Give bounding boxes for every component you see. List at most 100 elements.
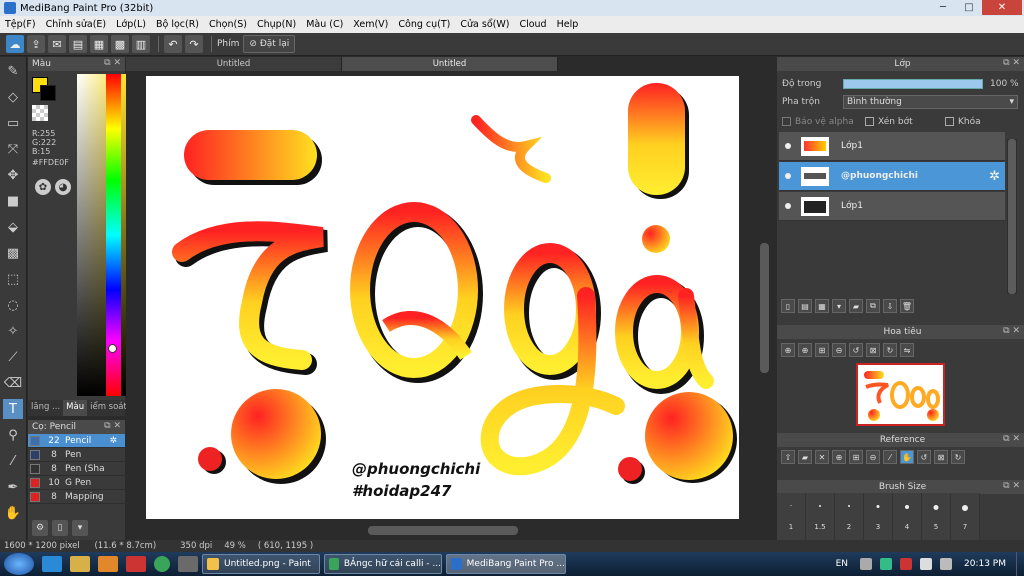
visibility-icon[interactable]: [785, 173, 791, 179]
document-tab[interactable]: Untitled: [126, 57, 342, 71]
taskbar-item-paint[interactable]: Untitled.png - Paint: [202, 554, 320, 574]
taskbar-item-medibang[interactable]: MediBang Paint Pro ...: [446, 554, 566, 574]
ref-rotate-left-icon[interactable]: ↺: [917, 450, 931, 464]
brush-item[interactable]: 22 Pencil ✲: [28, 434, 125, 448]
visibility-icon[interactable]: [785, 203, 791, 209]
hue-handle[interactable]: [108, 344, 117, 353]
panel-close-icon[interactable]: ⧉ ✕: [104, 58, 121, 68]
undo-icon[interactable]: ↶: [164, 35, 182, 53]
tray-volume-icon[interactable]: [940, 558, 952, 570]
brush-settings-icon[interactable]: ⚙: [32, 520, 48, 536]
gear-icon[interactable]: ✲: [109, 436, 117, 446]
pen-tool-icon[interactable]: ✒: [3, 477, 23, 497]
tab-brush-list[interactable]: lăng ...: [28, 400, 63, 416]
brush-size-cell[interactable]: 7: [951, 493, 980, 540]
tray-monitor-icon[interactable]: [920, 558, 932, 570]
background-color-swatch[interactable]: [40, 85, 56, 101]
ref-zoom-in-icon[interactable]: ⊕: [832, 450, 846, 464]
transparent-swatch[interactable]: [32, 105, 48, 121]
layer-row[interactable]: Lớp1: [779, 192, 1005, 221]
gradient-tool-icon[interactable]: ▩: [3, 243, 23, 263]
scroll-thumb[interactable]: [760, 243, 769, 373]
panel-close-icon[interactable]: ⧉ ✕: [1003, 481, 1020, 491]
brush-size-cell[interactable]: 3: [864, 493, 893, 540]
ref-fit-icon[interactable]: ⊞: [849, 450, 863, 464]
tray-network-icon[interactable]: [880, 558, 892, 570]
fill-rect-tool-icon[interactable]: ■: [3, 191, 23, 211]
media-player-icon[interactable]: [98, 556, 118, 572]
text-tool-icon[interactable]: T: [3, 399, 23, 419]
select-tool-icon[interactable]: ⬚: [3, 269, 23, 289]
brush-item[interactable]: 10 G Pen: [28, 476, 125, 490]
brush-size-cell[interactable]: 2: [835, 493, 864, 540]
scroll-thumb[interactable]: [368, 526, 518, 535]
menu-file[interactable]: Tệp(F): [5, 19, 36, 30]
brush-item[interactable]: 8 Pen (Sha: [28, 462, 125, 476]
panel-close-icon[interactable]: ⧉ ✕: [1003, 434, 1020, 444]
gear-icon[interactable]: ✲: [989, 169, 1000, 184]
flip-icon[interactable]: ⇋: [900, 343, 914, 357]
zoom-in-icon[interactable]: ⊕: [781, 343, 795, 357]
menu-view[interactable]: Xem(V): [353, 19, 388, 30]
document-tab-active[interactable]: Untitled: [342, 57, 558, 71]
start-button[interactable]: [4, 553, 34, 575]
chat-icon[interactable]: ▤: [69, 35, 87, 53]
select-eraser-icon[interactable]: ⌫: [3, 373, 23, 393]
menu-layer[interactable]: Lớp(L): [116, 19, 146, 30]
close-button[interactable]: ✕: [982, 0, 1022, 15]
hand-tool-icon[interactable]: ✋: [3, 503, 23, 523]
brush-add-icon[interactable]: ▾: [72, 520, 88, 536]
ref-reset-icon[interactable]: ⊠: [934, 450, 948, 464]
tab-color[interactable]: Màu: [63, 400, 88, 416]
rectangle-tool-icon[interactable]: ▭: [3, 113, 23, 133]
brush-item[interactable]: 8 Pen: [28, 448, 125, 462]
folder-icon[interactable]: ▰: [849, 299, 863, 313]
horizontal-scrollbar[interactable]: [146, 523, 746, 537]
grid-icon[interactable]: ▩: [111, 35, 129, 53]
explorer-icon[interactable]: [70, 556, 90, 572]
menu-help[interactable]: Help: [557, 19, 579, 30]
rotate-right-icon[interactable]: ↻: [883, 343, 897, 357]
redo-icon[interactable]: ↷: [185, 35, 203, 53]
brush-size-cell[interactable]: 4: [893, 493, 922, 540]
menu-filter[interactable]: Bộ lọc(R): [156, 19, 199, 30]
taskbar-item-browser[interactable]: BẢngc hữ cái calli - ...: [324, 554, 442, 574]
menu-snap[interactable]: Chụp(N): [257, 19, 296, 30]
merge-layer-icon[interactable]: ⇩: [883, 299, 897, 313]
cloud-icon[interactable]: ☁: [6, 35, 24, 53]
add-layer-dropdown-icon[interactable]: ▾: [832, 299, 846, 313]
reset-view-icon[interactable]: ⊠: [866, 343, 880, 357]
document-icon[interactable]: ▦: [90, 35, 108, 53]
blend-mode-select[interactable]: Bình thường ▾: [843, 95, 1018, 109]
opacity-slider[interactable]: [843, 79, 983, 89]
photos-icon[interactable]: [178, 556, 198, 572]
select-pen-icon[interactable]: ⟋: [3, 347, 23, 367]
tray-app-icon[interactable]: [900, 558, 912, 570]
palette-icon[interactable]: ✿: [35, 179, 51, 195]
bucket-tool-icon[interactable]: ⬙: [3, 217, 23, 237]
chrome-icon[interactable]: [154, 556, 170, 572]
comment-icon[interactable]: ✉: [48, 35, 66, 53]
minimize-button[interactable]: ─: [930, 0, 956, 15]
brush-new-icon[interactable]: ▯: [52, 520, 68, 536]
app-pinned-icon[interactable]: [126, 556, 146, 572]
navigator-preview[interactable]: [856, 363, 945, 426]
language-indicator[interactable]: EN: [836, 559, 848, 569]
brush-size-cell[interactable]: 5: [922, 493, 951, 540]
layer-row[interactable]: Lớp1: [779, 132, 1005, 161]
ie-icon[interactable]: [42, 556, 62, 572]
drawing-canvas[interactable]: @phuongchichi #hoidap247: [146, 76, 739, 519]
duplicate-layer-icon[interactable]: ⧉: [866, 299, 880, 313]
magic-wand-icon[interactable]: ✧: [3, 321, 23, 341]
panel-close-icon[interactable]: ⧉ ✕: [1003, 58, 1020, 68]
open-folder-icon[interactable]: ▰: [798, 450, 812, 464]
new-8bit-layer-icon[interactable]: ▦: [815, 299, 829, 313]
delete-layer-icon[interactable]: 🗑: [900, 299, 914, 313]
close-reference-icon[interactable]: ✕: [815, 450, 829, 464]
zoom-in-alt-icon[interactable]: ⊕: [798, 343, 812, 357]
layer-row-selected[interactable]: @phuongchichi ✲: [779, 162, 1005, 191]
rotate-left-icon[interactable]: ↺: [849, 343, 863, 357]
new-layer-icon[interactable]: ▯: [781, 299, 795, 313]
menu-tools[interactable]: Công cụ(T): [398, 19, 450, 30]
ref-eyedropper-icon[interactable]: ⁄: [883, 450, 897, 464]
